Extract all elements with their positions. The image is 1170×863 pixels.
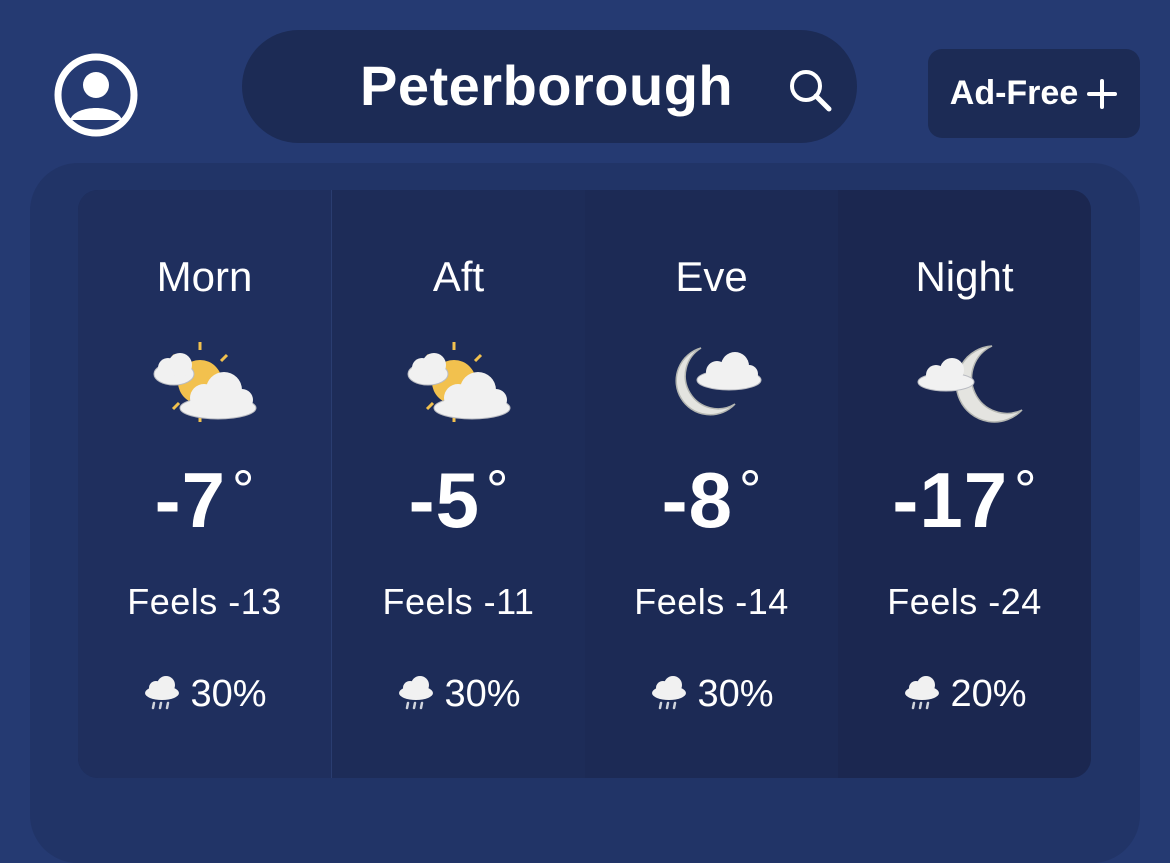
rain-cloud-icon (399, 676, 434, 710)
rain-cloud-icon (652, 676, 687, 710)
temperature: -8 ° (585, 460, 838, 563)
plus-icon (1087, 78, 1118, 109)
precipitation-chance: 30% (585, 672, 838, 716)
feels-like: Feels -14 (634, 581, 789, 622)
temperature-value: -5 (408, 456, 480, 544)
temperature: -7 ° (78, 460, 331, 563)
profile-button[interactable] (53, 52, 139, 138)
ad-free-button[interactable]: Ad-Free (928, 49, 1140, 138)
degree-symbol: ° (231, 458, 255, 521)
period-column-eve[interactable]: Eve -8 ° Feels -14 30% (585, 190, 838, 778)
partly-cloudy-night-icon (917, 345, 1023, 423)
precipitation-chance: 30% (78, 672, 331, 716)
period-column-morn[interactable]: Morn -7 ° Feels -13 30% (78, 190, 331, 778)
precipitation-chance: 30% (332, 672, 585, 716)
rain-cloud-icon (905, 676, 940, 710)
feels-like: Feels -11 (382, 581, 535, 622)
location-name[interactable]: Peterborough (360, 56, 733, 116)
precipitation-value: 20% (950, 673, 1027, 715)
ad-free-label: Ad-Free (949, 74, 1079, 112)
temperature: -5 ° (332, 460, 585, 563)
location-search-bar[interactable]: Peterborough (242, 30, 857, 143)
search-icon[interactable] (786, 66, 834, 114)
rain-cloud-icon (145, 676, 180, 710)
feels-like: Feels -13 (127, 581, 282, 622)
day-parts-forecast: Morn -7 ° Feels -13 30% Aft -5 ° Feels -… (78, 190, 1091, 778)
period-name: Night (915, 253, 1014, 300)
partly-cloudy-day-icon (407, 342, 511, 422)
degree-symbol: ° (1014, 458, 1037, 521)
degree-symbol: ° (485, 458, 509, 521)
period-name: Aft (432, 253, 485, 300)
partly-cloudy-night-icon (675, 347, 762, 416)
precipitation-value: 30% (697, 673, 774, 715)
precipitation-chance: 20% (838, 672, 1091, 716)
precipitation-value: 30% (190, 673, 267, 715)
user-circle-icon (54, 53, 138, 137)
period-name: Morn (156, 253, 253, 300)
partly-cloudy-day-icon (153, 342, 257, 422)
temperature-value: -17 (892, 456, 1009, 544)
period-column-aft[interactable]: Aft -5 ° Feels -11 30% (331, 190, 585, 778)
precipitation-value: 30% (444, 673, 521, 715)
temperature: -17 ° (838, 460, 1091, 563)
temperature-value: -7 (154, 456, 226, 544)
temperature-value: -8 (661, 456, 733, 544)
forecast-panel: Morn -7 ° Feels -13 30% Aft -5 ° Feels -… (30, 163, 1140, 863)
period-name: Eve (675, 253, 748, 300)
period-column-night[interactable]: Night -17 ° Feels -24 20% (838, 190, 1091, 778)
feels-like: Feels -24 (887, 581, 1042, 622)
degree-symbol: ° (738, 458, 762, 521)
